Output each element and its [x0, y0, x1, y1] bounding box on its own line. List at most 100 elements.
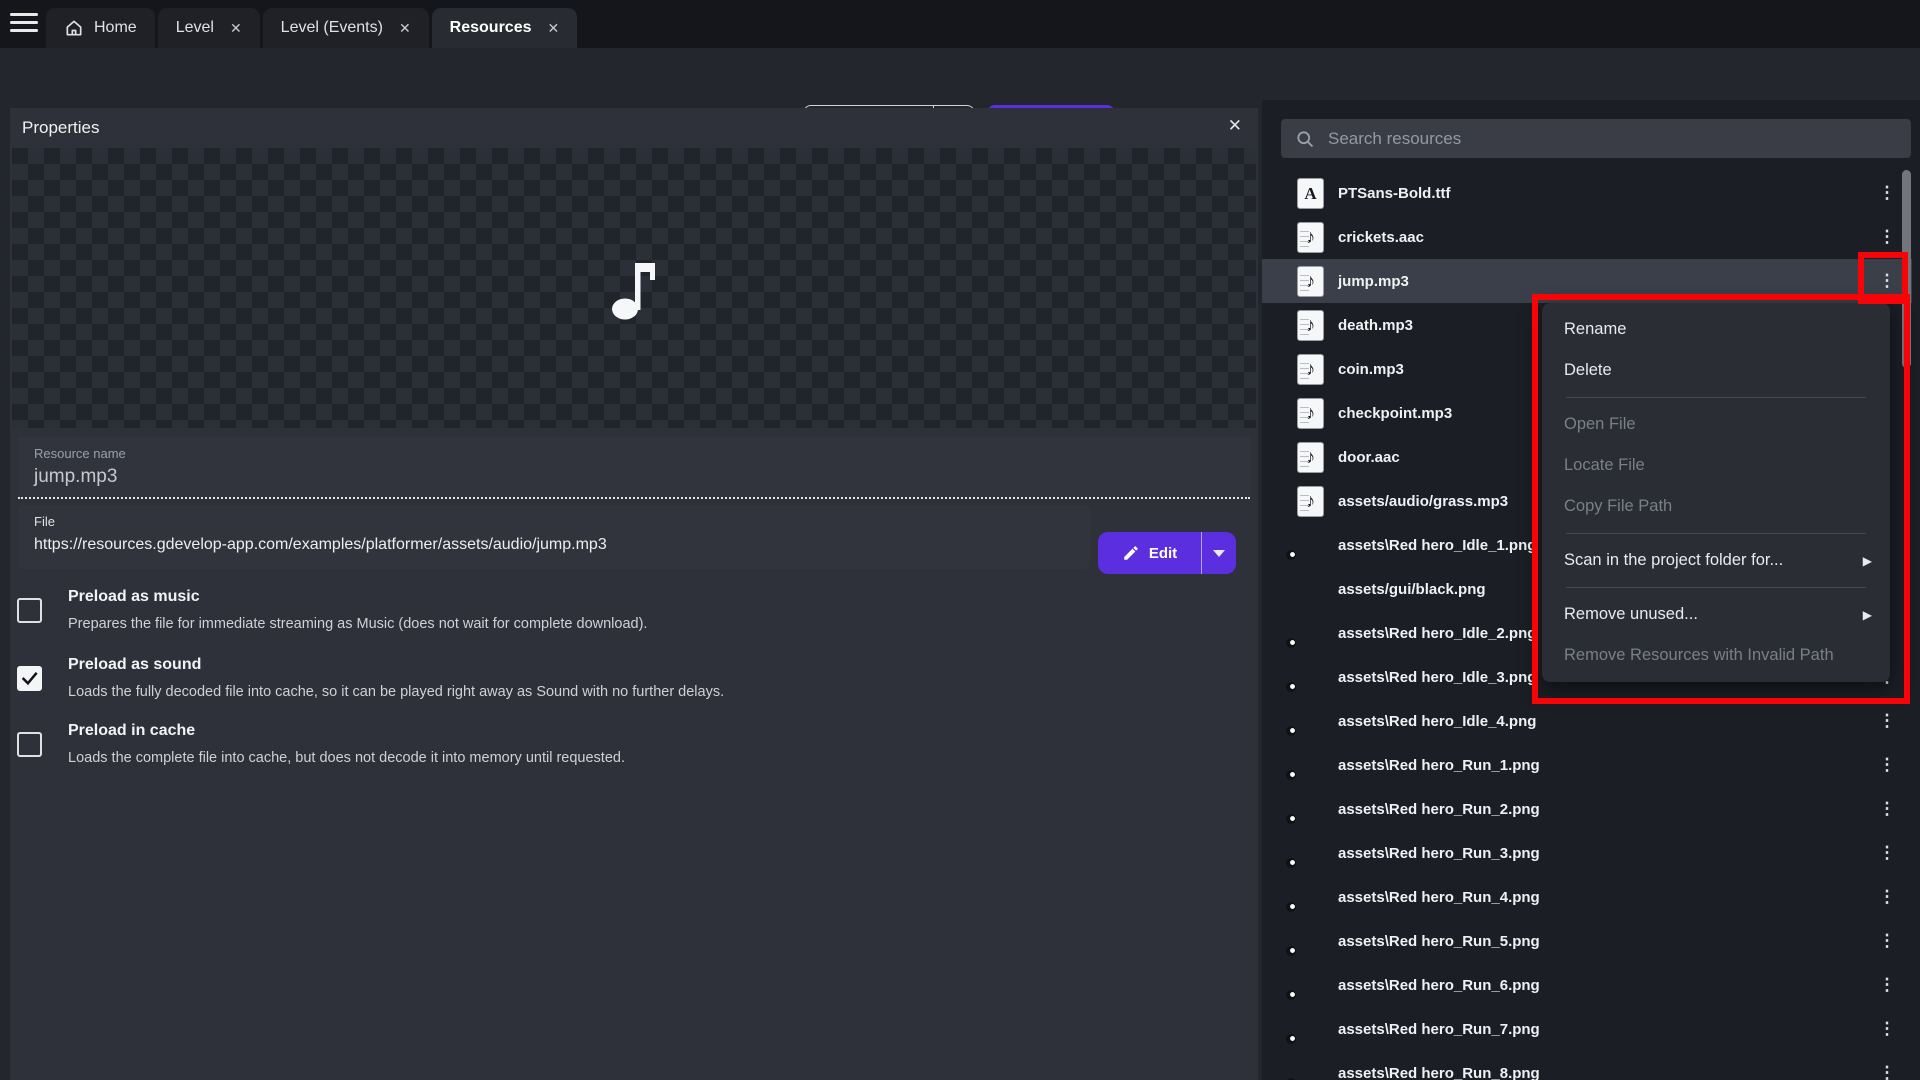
resource-name: death.mp3 [1338, 317, 1413, 334]
pencil-icon [1122, 544, 1140, 562]
file-field[interactable]: File https://resources.gdevelop-app.com/… [18, 505, 1090, 569]
preload-description: Loads the complete file into cache, but … [68, 750, 625, 766]
kebab-menu-icon[interactable]: ⋮ [1872, 711, 1902, 731]
kebab-menu-icon[interactable]: ⋮ [1872, 755, 1902, 775]
resource-row[interactable]: assets\Red hero_Run_1.png ⋮ [1262, 743, 1912, 787]
resource-row[interactable]: assets\Red hero_Run_4.png ⋮ [1262, 875, 1912, 919]
resource-name: assets\Red hero_Run_7.png [1338, 1021, 1540, 1038]
edit-button[interactable]: Edit [1098, 532, 1201, 574]
tab-strip: HomeLevel✕Level (Events)✕Resources✕ [46, 8, 580, 48]
tab-label: Home [94, 19, 137, 37]
resource-row[interactable]: assets\Red hero_Run_5.png ⋮ [1262, 919, 1912, 963]
close-icon[interactable]: ✕ [399, 20, 411, 37]
staff-lines [1300, 231, 1309, 247]
audio-file-icon: ♪ [1297, 354, 1324, 385]
audio-file-icon: ♪ [1297, 442, 1324, 473]
menu-item-rename[interactable]: Rename [1542, 309, 1890, 350]
resource-row[interactable]: ♪crickets.aac⋮ [1262, 215, 1912, 259]
font-letter: A [1304, 185, 1316, 202]
edit-split-button: Edit [1098, 532, 1236, 574]
resource-row[interactable]: ♪ jump.mp3 ⋮ [1262, 259, 1912, 303]
resource-name: assets\Red hero_Idle_3.png [1338, 669, 1536, 686]
search-icon [1295, 129, 1315, 149]
audio-preview-area [12, 148, 1256, 428]
tab-level[interactable]: Level✕ [158, 8, 260, 48]
kebab-menu-icon[interactable]: ⋮ [1872, 183, 1902, 203]
kebab-menu-icon[interactable]: ⋮ [1872, 1019, 1902, 1039]
staff-lines [1300, 275, 1309, 291]
main-toolbar: Preview Publish [0, 48, 1920, 100]
search-input[interactable]: Search resources [1281, 119, 1911, 158]
scrollbar-thumb[interactable] [1902, 170, 1911, 368]
resource-name: assets/gui/black.png [1338, 581, 1486, 598]
resource-name: assets\Red hero_Run_3.png [1338, 845, 1540, 862]
menu-item-delete[interactable]: Delete [1542, 350, 1890, 391]
staff-lines [1300, 495, 1309, 511]
home-icon [64, 18, 84, 38]
preload-description: Prepares the file for immediate streamin… [68, 616, 647, 632]
tab-level-events-[interactable]: Level (Events) ✕ [263, 8, 429, 48]
kebab-menu-icon[interactable]: ⋮ [1872, 975, 1902, 995]
resource-row[interactable]: A PTSans-Bold.ttf ⋮ [1262, 171, 1912, 215]
preload-label: Preload as sound [68, 656, 201, 674]
resource-name: jump.mp3 [1338, 273, 1409, 290]
properties-title: Properties [22, 118, 99, 138]
menu-item-label: Locate File [1564, 456, 1645, 475]
preload-checkbox[interactable] [17, 732, 42, 757]
kebab-menu-icon[interactable]: ⋮ [1872, 799, 1902, 819]
close-icon[interactable]: ✕ [230, 20, 242, 37]
audio-file-icon: ♪ [1297, 398, 1324, 429]
tab-label: Level (Events) [281, 19, 383, 37]
kebab-menu-icon[interactable]: ⋮ [1872, 1063, 1902, 1080]
resource-name: assets\Red hero_Run_4.png [1338, 889, 1540, 906]
tab-home[interactable]: Home [46, 8, 155, 48]
resource-name: assets\Red hero_Run_1.png [1338, 757, 1540, 774]
preload-checkbox[interactable] [17, 598, 42, 623]
chevron-down-icon [1213, 550, 1225, 557]
menu-item-label: Scan in the project folder for... [1564, 551, 1783, 570]
tab-resources[interactable]: Resources✕ [432, 8, 578, 48]
audio-file-icon: ♪ [1297, 266, 1324, 297]
kebab-menu-icon[interactable]: ⋮ [1872, 271, 1902, 291]
kebab-menu-icon[interactable]: ⋮ [1872, 887, 1902, 907]
resource-row[interactable]: assets\Red hero_Idle_4.png ⋮ [1262, 699, 1912, 743]
audio-file-icon: ♪ [1297, 486, 1324, 517]
audio-file-icon: ♪ [1297, 266, 1324, 297]
staff-lines [1300, 363, 1309, 379]
audio-file-icon: ♪ [1297, 398, 1324, 429]
resource-name-label: Resource name [34, 446, 126, 461]
resource-row[interactable]: assets\Red hero_Run_6.png⋮ [1262, 963, 1912, 1007]
menu-divider [1566, 533, 1866, 534]
resource-name: PTSans-Bold.ttf [1338, 185, 1451, 202]
menu-item-scan-in-the-project-folder-for[interactable]: Scan in the project folder for...▶ [1542, 540, 1890, 581]
audio-file-icon: ♪ [1297, 310, 1324, 341]
audio-file-icon: ♪ [1297, 310, 1324, 341]
kebab-menu-icon[interactable]: ⋮ [1872, 843, 1902, 863]
resource-row[interactable]: assets\Red hero_Run_2.png⋮ [1262, 787, 1912, 831]
menu-item-label: Remove Resources with Invalid Path [1564, 646, 1834, 665]
resource-row[interactable]: assets\Red hero_Run_8.png⋮ [1262, 1051, 1912, 1080]
staff-lines [1300, 451, 1309, 467]
menu-item-remove-unused[interactable]: Remove unused...▶ [1542, 594, 1890, 635]
resource-name: checkpoint.mp3 [1338, 405, 1452, 422]
audio-file-icon: ♪ [1297, 442, 1324, 473]
resource-row[interactable]: assets\Red hero_Run_3.png ⋮ [1262, 831, 1912, 875]
staff-lines [1300, 407, 1309, 423]
menu-divider [1566, 397, 1866, 398]
hamburger-menu-icon[interactable] [10, 13, 38, 35]
resource-name-field[interactable]: Resource name jump.mp3 [18, 437, 1250, 499]
close-icon[interactable]: ✕ [1228, 116, 1242, 136]
preload-description: Loads the fully decoded file into cache,… [68, 684, 724, 700]
file-label: File [34, 514, 55, 529]
resource-name: door.aac [1338, 449, 1400, 466]
preload-checkbox[interactable] [17, 666, 42, 691]
properties-header: Properties ✕ [10, 108, 1258, 148]
kebab-menu-icon[interactable]: ⋮ [1872, 931, 1902, 951]
close-icon[interactable]: ✕ [548, 20, 560, 37]
resource-name: assets\Red hero_Run_5.png [1338, 933, 1540, 950]
edit-dropdown-button[interactable] [1202, 532, 1236, 574]
resource-row[interactable]: assets\Red hero_Run_7.png ⋮ [1262, 1007, 1912, 1051]
kebab-menu-icon[interactable]: ⋮ [1872, 227, 1902, 247]
resource-name: assets\Red hero_Idle_4.png [1338, 713, 1536, 730]
menu-item-copy-file-path: Copy File Path [1542, 486, 1890, 527]
